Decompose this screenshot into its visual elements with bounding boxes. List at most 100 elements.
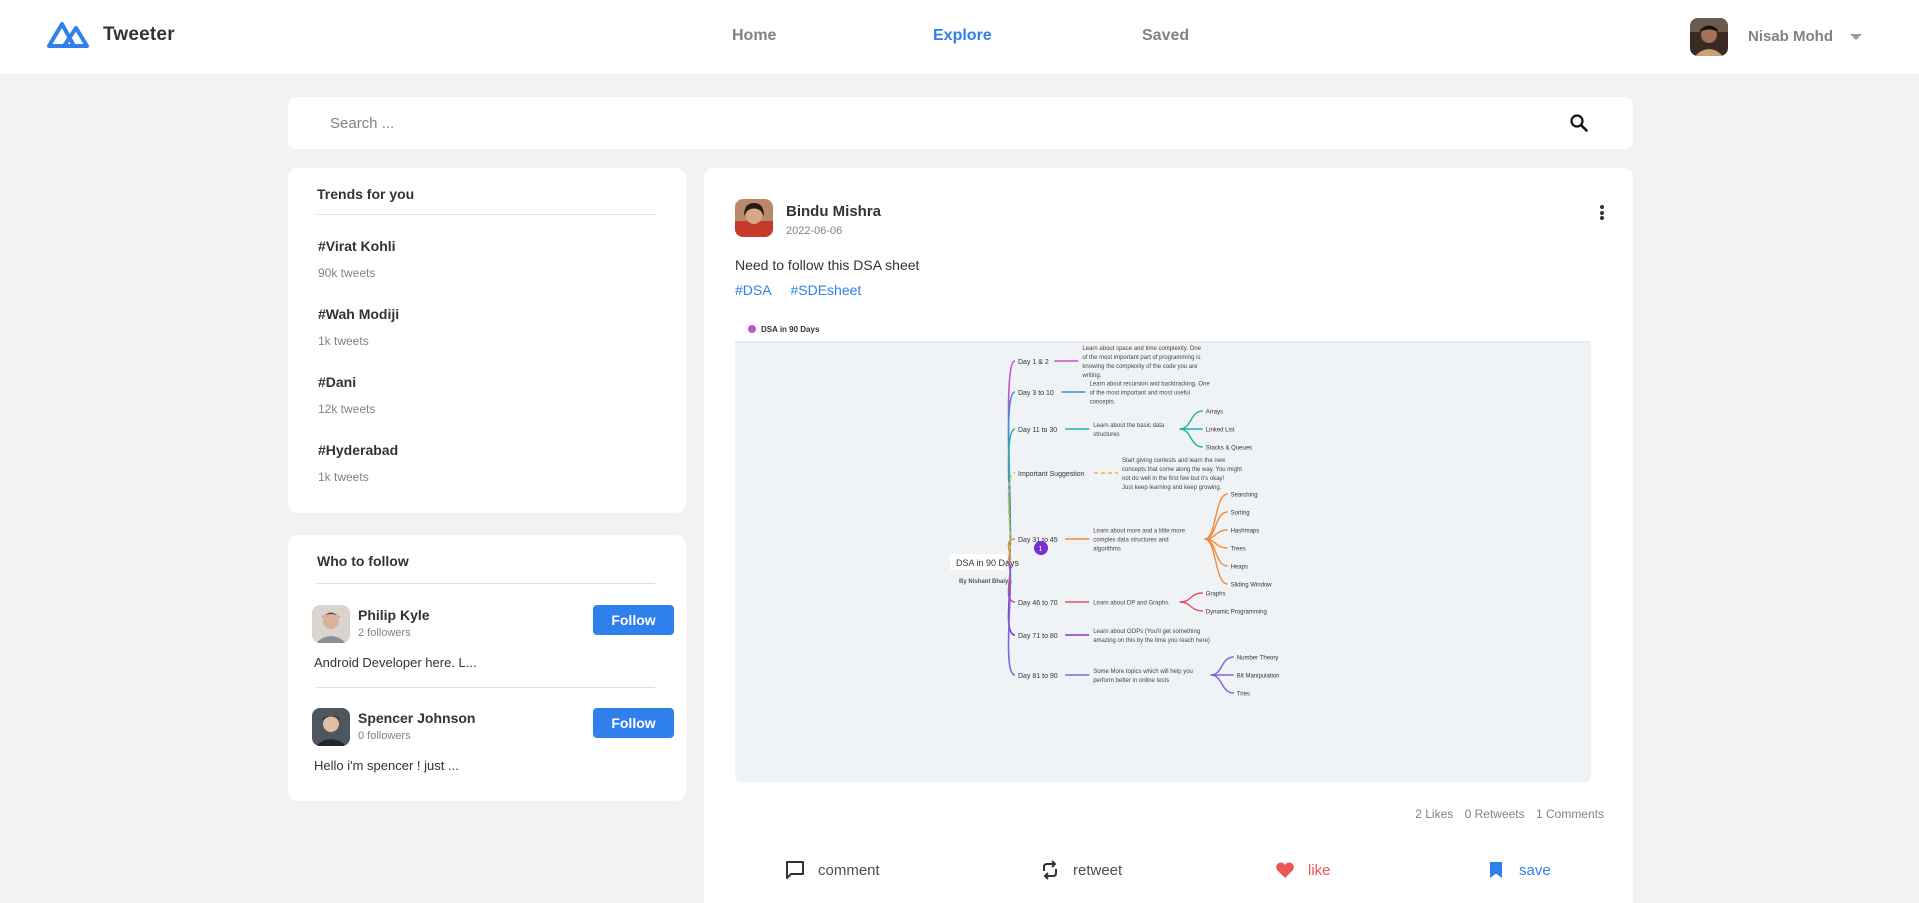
top-navbar: Tweeter Home Explore Saved Nisab Mohd [0, 0, 1919, 74]
mindmap-note-text: not do well in the first few but it's ok… [1122, 476, 1225, 482]
nav-explore[interactable]: Explore [933, 27, 992, 45]
divider [317, 214, 655, 215]
mindmap-leaf-label: Number Theory [1237, 656, 1279, 662]
mindmap-note-text: complex data structures and [1093, 538, 1168, 544]
mindmap-leaf-label: Dynamic Programming [1206, 610, 1267, 616]
post-text: Need to follow this DSA sheet [735, 257, 920, 273]
mindmap-note-text: amazing on this by the time you reach he… [1093, 638, 1210, 644]
bookmark-icon [1490, 862, 1502, 878]
mindmap-note-text: structures [1093, 432, 1119, 438]
follow-button[interactable]: Follow [593, 605, 674, 635]
mindmap-leaf-label: Trees [1231, 547, 1246, 553]
chevron-down-icon[interactable] [1850, 34, 1862, 40]
mindmap-leaf-label: Sorting [1231, 511, 1250, 517]
mindmap-leaf-label: Arrays [1206, 410, 1223, 416]
avatar[interactable] [312, 708, 350, 746]
retweet-button[interactable]: retweet [1039, 858, 1122, 882]
hashtag-link[interactable]: #SDEsheet [790, 282, 861, 298]
search-input[interactable] [330, 111, 1530, 135]
person-bio: Android Developer here. L... [314, 655, 477, 670]
trend-tag[interactable]: #Dani [318, 374, 375, 390]
post-image[interactable]: DSA in 90 Days DSA in 90 Days By Nishant… [735, 316, 1591, 782]
mindmap-branch-label: Day 71 to 80 [1018, 633, 1058, 640]
person-name[interactable]: Philip Kyle [358, 607, 430, 623]
person-name[interactable]: Spencer Johnson [358, 710, 475, 726]
search-icon[interactable] [1569, 113, 1589, 133]
mindmap-note-text: Learn about OOPs (You'll get something [1093, 629, 1200, 635]
divider [317, 687, 655, 688]
mindmap-badge-text: 1 [1039, 546, 1043, 553]
avatar[interactable] [312, 605, 350, 643]
who-to-follow-card: Who to follow Philip Kyle 2 followers Fo… [288, 535, 686, 801]
mindmap-note-text: algorithms [1093, 547, 1121, 553]
mindmap-note-text: concepts. [1090, 400, 1116, 406]
mindmap-note-text: knowing the complexity of the code you a… [1082, 364, 1198, 370]
save-button[interactable]: save [1485, 858, 1551, 882]
post-date: 2022-06-06 [786, 225, 843, 237]
mindmap-leaf-label: Stacks & Queues [1206, 446, 1252, 452]
mindmap-leaf-label: Bit Manipulation [1237, 674, 1280, 680]
mindmap-leaf-label: Hashmaps [1231, 529, 1260, 535]
like-label: like [1308, 861, 1331, 879]
trend-item[interactable]: #Dani 12k tweets [318, 374, 375, 416]
person-followers: 0 followers [358, 730, 411, 742]
comment-button[interactable]: comment [784, 858, 880, 882]
trend-tag[interactable]: #Hyderabad [318, 442, 398, 458]
mindmap-branch-label: Day 1 & 2 [1018, 359, 1049, 366]
trend-tag[interactable]: #Virat Kohli [318, 238, 396, 254]
hashtag-link[interactable]: #DSA [735, 282, 772, 298]
mindmap-note-text: Learn about DP and Graphs. [1093, 601, 1170, 607]
logo-icon[interactable] [46, 18, 90, 50]
brand-name[interactable]: Tweeter [103, 24, 175, 46]
mindmap-note-text: writing. [1081, 373, 1101, 379]
retweets-count: 0 Retweets [1464, 807, 1525, 821]
mindmap-leaf-label: Heaps [1231, 565, 1248, 571]
mindmap-branch-label: Day 31 to 45 [1018, 537, 1058, 544]
comments-count: 1 Comments [1535, 807, 1604, 821]
trends-title: Trends for you [317, 186, 415, 202]
trend-item[interactable]: #Hyderabad 1k tweets [318, 442, 398, 484]
post-author[interactable]: Bindu Mishra [786, 203, 881, 220]
trend-item[interactable]: #Wah Modiji 1k tweets [318, 306, 399, 348]
mindmap-note-text: Learn about the basic data [1093, 423, 1165, 429]
trend-count: 1k tweets [318, 334, 369, 348]
retweet-icon [1043, 860, 1057, 880]
mindmap-note-text: of the most important and most useful [1090, 391, 1190, 397]
mindmap-branch-label: Day 3 to 10 [1018, 390, 1054, 397]
trend-count: 90k tweets [318, 266, 376, 280]
user-name[interactable]: Nisab Mohd [1748, 28, 1833, 45]
mindmap-note-text: Learn about space and time complexity. O… [1082, 346, 1201, 352]
avatar[interactable] [735, 199, 773, 237]
more-vertical-icon[interactable] [1599, 205, 1605, 223]
mindmap-branch-label: Day 11 to 30 [1018, 427, 1057, 434]
mindmap-branch-label: Day 81 to 90 [1018, 673, 1058, 680]
like-button[interactable]: like [1274, 858, 1331, 882]
trend-item[interactable]: #Virat Kohli 90k tweets [318, 238, 396, 280]
trends-card: Trends for you #Virat Kohli 90k tweets #… [288, 168, 686, 513]
mindmap-branch-label: Important Suggestion [1018, 471, 1085, 478]
heart-icon [1276, 862, 1294, 878]
mindmap-leaf-label: Graphs [1206, 592, 1226, 598]
post-stats: 2 Likes 0 Retweets 1 Comments [1407, 807, 1604, 821]
trend-tag[interactable]: #Wah Modiji [318, 306, 399, 322]
likes-count: 2 Likes [1415, 807, 1454, 821]
person-bio: Hello i'm spencer ! just ... [314, 758, 459, 773]
user-avatar[interactable] [1690, 18, 1728, 56]
mindmap-leaf-label: Tries [1237, 692, 1250, 698]
mindmap-leaf-label: Searching [1231, 493, 1258, 499]
follow-button[interactable]: Follow [593, 708, 674, 738]
who-to-follow-title: Who to follow [317, 553, 409, 569]
divider [317, 583, 655, 584]
image-header-text: DSA in 90 Days [761, 325, 820, 334]
search-bar [288, 97, 1633, 149]
mindmap-note-text: Learn about recursion and backtracking. … [1090, 382, 1211, 388]
trend-count: 12k tweets [318, 402, 376, 416]
comment-label: comment [818, 861, 880, 879]
mindmap-note-text: of the most important part of programmin… [1082, 355, 1200, 361]
trend-count: 1k tweets [318, 470, 369, 484]
mindmap-note-text: Start giving contests and learn the new [1122, 458, 1226, 464]
mindmap-note-text: Just keep learning and keep growing. [1122, 485, 1222, 491]
mindmap-leaf-label: Sliding Window [1231, 583, 1273, 589]
nav-saved[interactable]: Saved [1142, 27, 1189, 45]
nav-home[interactable]: Home [732, 27, 776, 45]
